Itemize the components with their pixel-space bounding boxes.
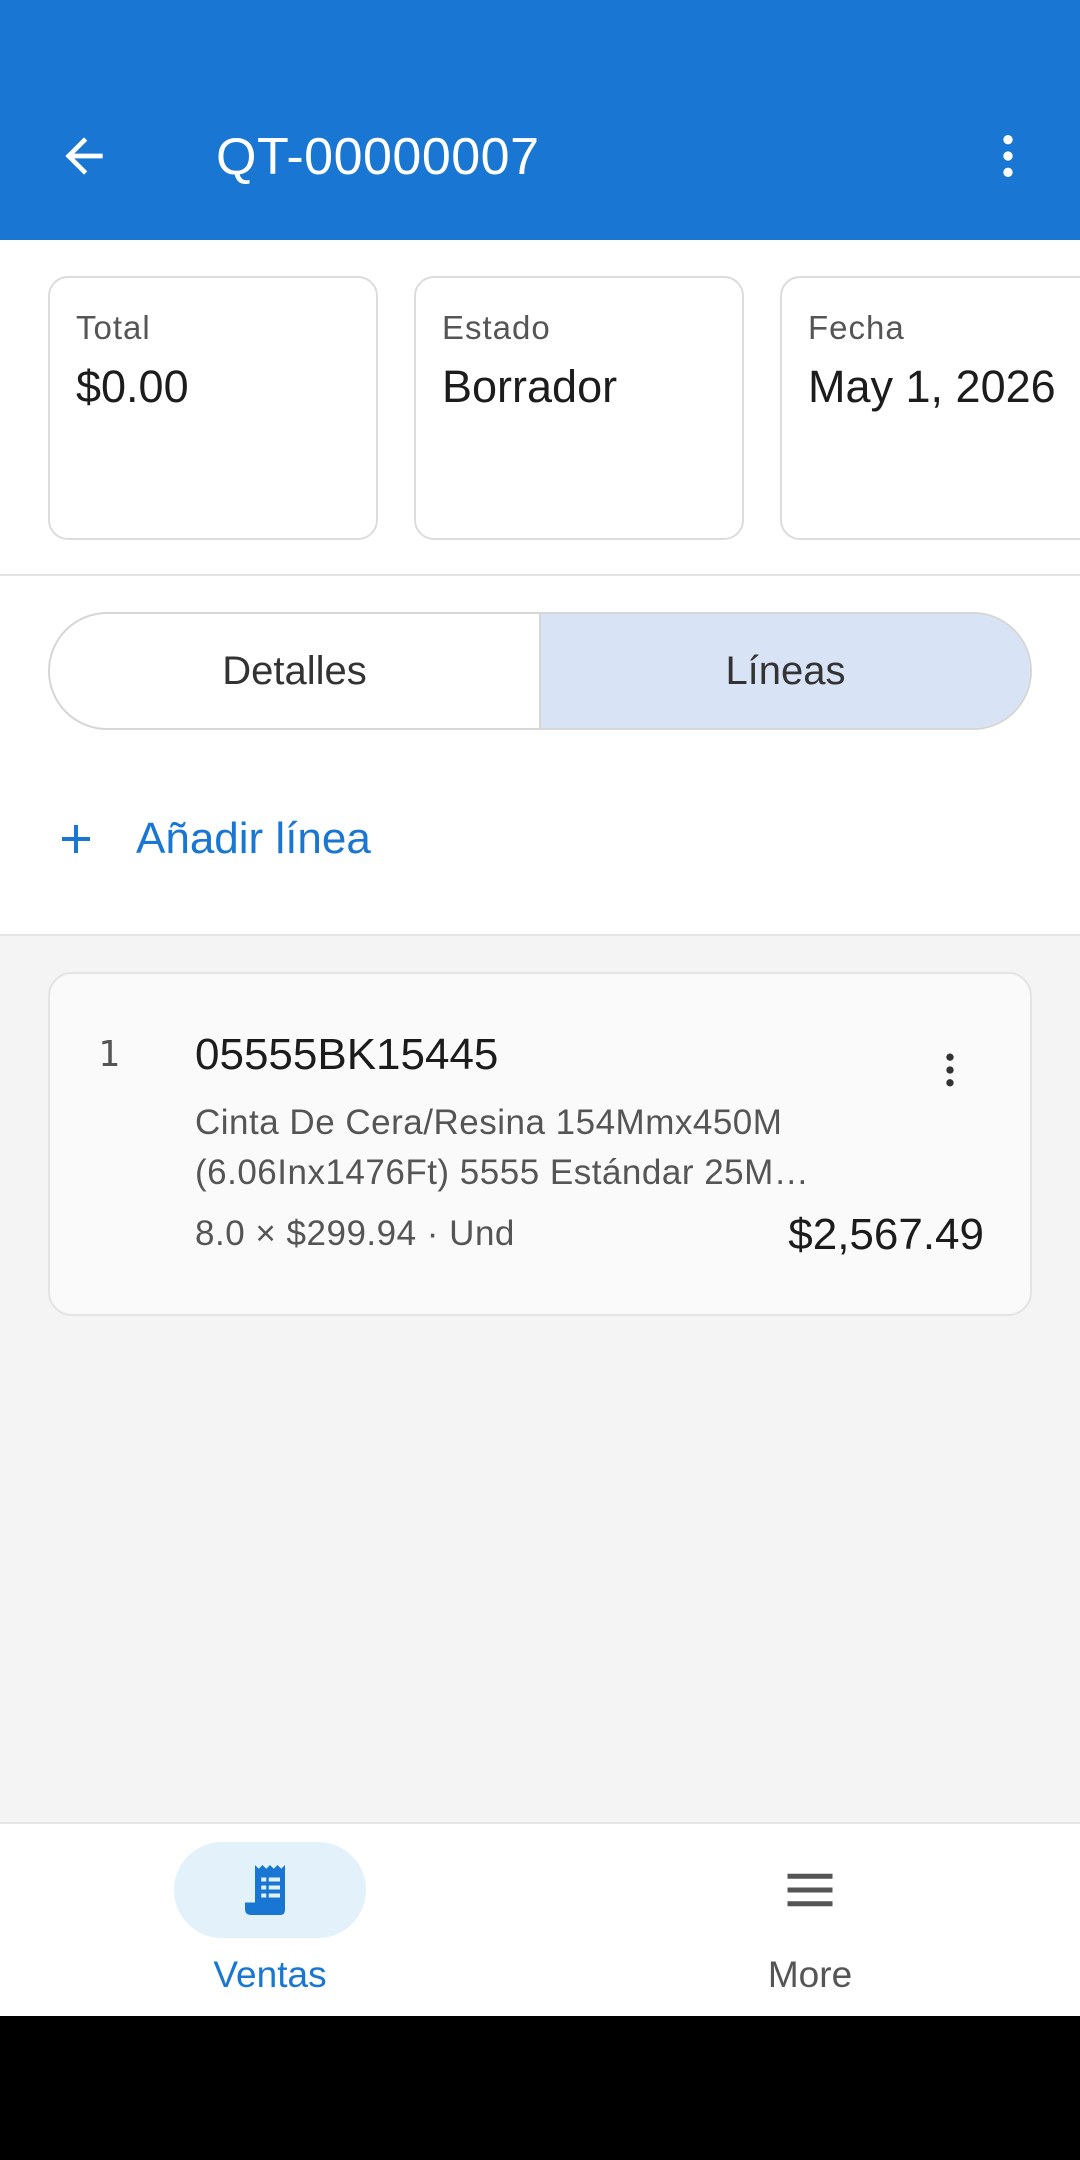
add-line-button[interactable]: Añadir línea: [52, 794, 371, 884]
line-options-button[interactable]: [920, 1040, 980, 1100]
add-line-label: Añadir línea: [136, 814, 371, 863]
nav-label-more: More: [767, 1954, 853, 1995]
line-description-1: Cinta De Cera/Resina 154Mmx450M: [195, 1103, 783, 1142]
page-title: QT-00000007: [216, 128, 540, 186]
nav-label-sales: Ventas: [213, 1954, 327, 1995]
app-bar: QT-00000007: [0, 0, 1080, 240]
summary-cards: Total $0.00 Estado Borrador Fecha May 1,…: [0, 240, 1080, 576]
more-vert-icon: [946, 1053, 954, 1087]
line-product-code: 05555BK15445: [195, 1030, 499, 1079]
date-card: Fecha May 1, 2026: [780, 276, 1080, 540]
bottom-navigation: Ventas More: [0, 1822, 1080, 2016]
line-total: $2,567.49: [788, 1210, 984, 1259]
arrow-left-icon: [65, 137, 103, 175]
date-label: Fecha: [808, 309, 905, 346]
screen: QT-00000007 Total $0.00 Estado Borrador …: [0, 0, 1080, 2016]
status-value: Borrador: [442, 361, 618, 412]
status-card: Estado Borrador: [414, 276, 744, 540]
line-quantity-price: 8.0 × $299.94 · Und: [195, 1214, 515, 1253]
tab-lines[interactable]: Líneas: [539, 614, 1030, 728]
line-description: Cinta De Cera/Resina 154Mmx450M (6.06Inx…: [195, 1098, 855, 1198]
nav-item-more[interactable]: More: [540, 1824, 1080, 2016]
tabs-area: Detalles Líneas Añadir línea: [0, 576, 1080, 936]
nav-item-sales[interactable]: Ventas: [0, 1824, 540, 2016]
back-button[interactable]: [44, 116, 124, 196]
status-label: Estado: [442, 309, 551, 346]
total-label: Total: [76, 309, 151, 346]
more-options-button[interactable]: [968, 116, 1048, 196]
line-number: 1: [98, 1034, 120, 1075]
date-value: May 1, 2026: [808, 361, 1056, 412]
more-vert-icon: [1003, 135, 1013, 177]
system-navigation-bar: [0, 2016, 1080, 2160]
total-value: $0.00: [76, 361, 189, 412]
tab-details[interactable]: Detalles: [50, 614, 539, 728]
nav-active-indicator: [174, 1842, 366, 1938]
line-description-2: (6.06Inx1476Ft) 5555 Estándar 25M…: [195, 1153, 810, 1192]
plus-icon: [62, 825, 90, 853]
segmented-tabs: Detalles Líneas: [48, 612, 1032, 730]
list-item[interactable]: 1 05555BK15445 Cinta De Cera/Resina 154M…: [48, 972, 1032, 1316]
nav-icon-wrapper: [714, 1842, 906, 1938]
receipt-icon: [245, 1865, 285, 1915]
menu-icon: [787, 1873, 833, 1907]
total-card: Total $0.00: [48, 276, 378, 540]
